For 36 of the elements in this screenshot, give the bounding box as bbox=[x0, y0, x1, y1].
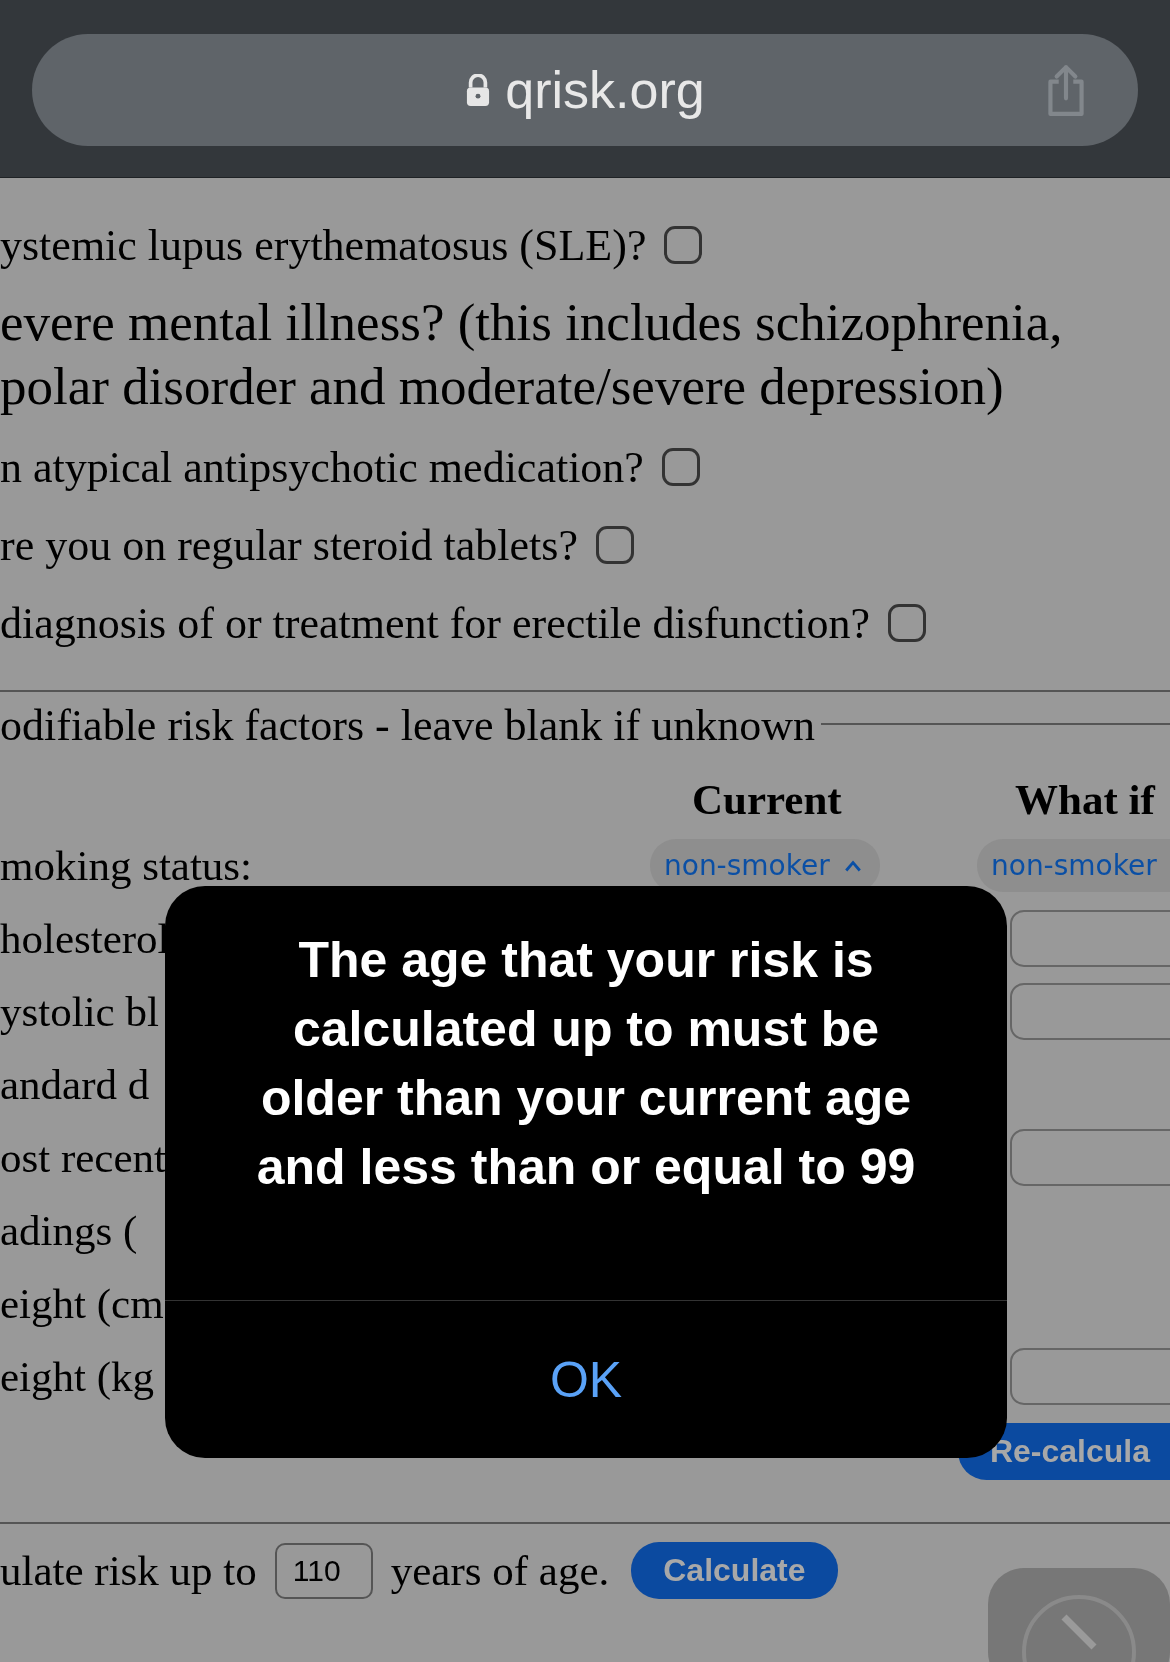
field-label: ystolic bl bbox=[0, 986, 159, 1037]
field-label: moking status: bbox=[0, 840, 253, 891]
fieldset-legend: odifiable risk factors - leave blank if unknown bbox=[0, 700, 815, 751]
address-bar[interactable]: qrisk.org bbox=[32, 34, 1138, 146]
input-field[interactable] bbox=[1010, 983, 1170, 1040]
column-header: Current bbox=[692, 775, 842, 824]
alert-message: The age that your risk is calculated up to must be older than your current age and less than or equal to 99 bbox=[255, 931, 917, 1197]
checkbox[interactable] bbox=[661, 448, 700, 486]
what-if-select[interactable]: non-smoker bbox=[977, 839, 1170, 892]
field-label: andard d bbox=[0, 1059, 150, 1110]
field-label: eight (kg bbox=[0, 1351, 155, 1402]
calculate-button[interactable]: Calculate bbox=[631, 1542, 838, 1599]
field-label: adings ( bbox=[0, 1205, 138, 1256]
input-field[interactable] bbox=[1010, 1129, 1170, 1186]
field-label: ost recent bbox=[0, 1132, 166, 1183]
chevron-right-icon bbox=[1019, 1592, 1139, 1662]
input-field[interactable] bbox=[1010, 910, 1170, 967]
question-label: ystemic lupus erythematosus (SLE)? bbox=[0, 219, 647, 271]
checkbox[interactable] bbox=[664, 226, 703, 264]
floating-button[interactable] bbox=[988, 1568, 1170, 1662]
column-header: What if bbox=[1015, 775, 1155, 824]
checkbox[interactable] bbox=[595, 526, 634, 564]
lock-icon bbox=[465, 74, 492, 106]
calculate-suffix: years of age. bbox=[390, 1546, 610, 1595]
question-label: diagnosis of or treatment for erectile disfunction? bbox=[0, 597, 870, 649]
question-label: n atypical antipsychotic medication? bbox=[0, 441, 644, 493]
field-label: eight (cm bbox=[0, 1278, 164, 1329]
question-heading: evere mental illness? (this includes schizophrenia, polar disorder and moderate/severe depression) bbox=[0, 292, 1063, 417]
chevron-icon bbox=[843, 858, 862, 873]
ok-button[interactable]: OK bbox=[519, 1341, 653, 1419]
question-label: re you on regular steroid tablets? bbox=[0, 519, 578, 571]
input-field[interactable] bbox=[1010, 1348, 1170, 1405]
age-input[interactable]: 110 bbox=[274, 1542, 373, 1599]
url-text: qrisk.org bbox=[505, 60, 705, 120]
checkbox[interactable] bbox=[887, 604, 926, 642]
calculate-prefix: ulate risk up to bbox=[0, 1546, 257, 1595]
